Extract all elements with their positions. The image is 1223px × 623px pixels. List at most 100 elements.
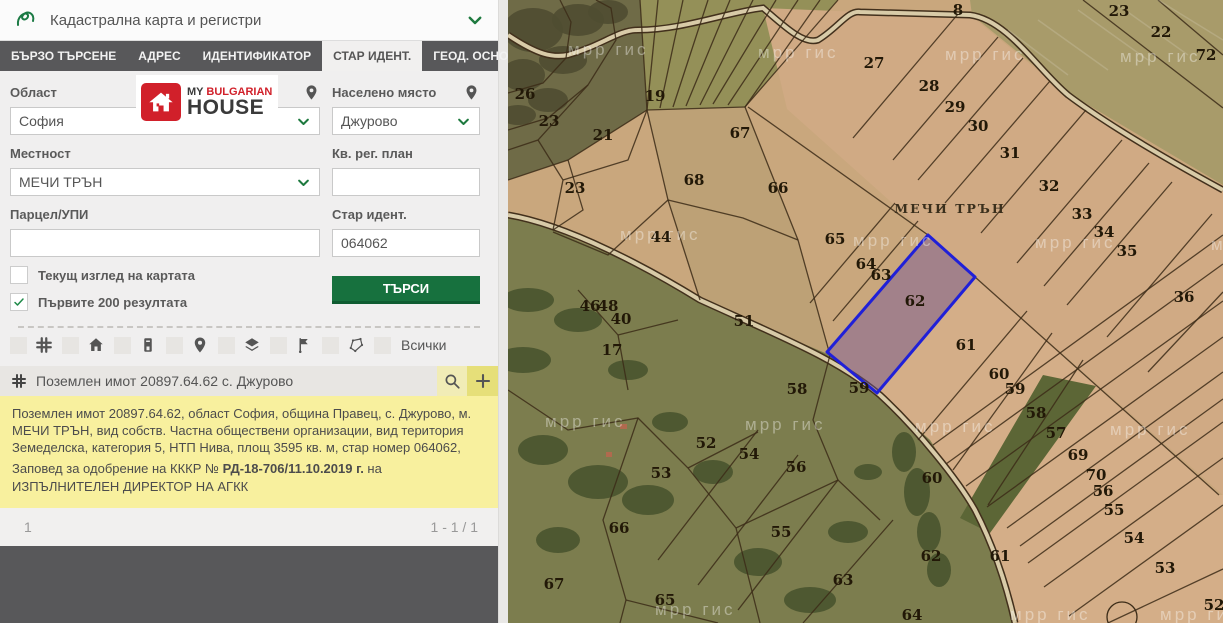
- result-details-box: Поземлен имот 20897.64.62, област София,…: [0, 396, 498, 508]
- oblast-location-pin-icon[interactable]: [303, 84, 320, 101]
- result-row[interactable]: Поземлен имот 20897.64.62 с. Джурово: [0, 366, 498, 396]
- flag-icon[interactable]: [295, 336, 313, 354]
- building-icon[interactable]: [139, 336, 157, 354]
- naseleno-location-pin-icon[interactable]: [463, 84, 480, 101]
- watermark-text: мрр гис: [1160, 605, 1223, 623]
- naseleno-value: Джурово: [341, 113, 456, 129]
- parcel-label-63: 63: [871, 266, 892, 284]
- pin-icon[interactable]: [191, 336, 209, 354]
- tree-blob: [652, 412, 688, 432]
- checkbox-unchecked[interactable]: [10, 266, 28, 284]
- parcel-label-27: 27: [864, 54, 885, 72]
- map-canvas[interactable]: 2623211986768664423656463626160595946484…: [508, 0, 1223, 623]
- mestnost-label: Местност: [10, 146, 71, 161]
- parcel-label-56: 56: [786, 458, 807, 476]
- parcel-label-58: 58: [1026, 404, 1047, 422]
- tree-blob: [892, 432, 916, 472]
- parcel-label-28: 28: [919, 77, 940, 95]
- watermark-text: мрр гис: [1110, 420, 1191, 439]
- home-layer-checkbox[interactable]: [62, 337, 79, 354]
- tree-blob: [854, 464, 882, 480]
- tree-blob: [622, 485, 674, 515]
- parcel-label-53: 53: [1155, 559, 1176, 577]
- parcel-label-54: 54: [1124, 529, 1145, 547]
- result-row-text: Поземлен имот 20897.64.62 с. Джурово: [36, 373, 437, 389]
- parcel-label-61: 61: [956, 336, 977, 354]
- parcel-label-62: 62: [921, 547, 942, 565]
- expand-result-button[interactable]: [467, 366, 498, 396]
- parcel-label-67: 67: [544, 575, 565, 593]
- flag-layer-checkbox[interactable]: [270, 337, 287, 354]
- checkbox-row-1[interactable]: Първите 200 резултата: [10, 293, 332, 311]
- star-ident-input[interactable]: [332, 229, 480, 257]
- polygon-layer-checkbox[interactable]: [322, 337, 339, 354]
- watermark-text: мрр гис: [1211, 235, 1223, 254]
- watermark-text: мрр гис: [945, 45, 1026, 64]
- panel-splitter[interactable]: [498, 0, 508, 623]
- module-header: Кадастрална карта и регистри: [0, 0, 498, 41]
- checkbox-label: Първите 200 резултата: [38, 295, 187, 310]
- pin-layer-checkbox[interactable]: [166, 337, 183, 354]
- cadastre-grid-icon: [11, 373, 27, 389]
- tree-blob: [608, 360, 648, 380]
- watermark-text: мрр гис: [915, 417, 996, 436]
- zoom-to-result-button[interactable]: [437, 366, 467, 396]
- home-icon[interactable]: [87, 336, 105, 354]
- grid-layer-checkbox[interactable]: [10, 337, 27, 354]
- parcel-label-60: 60: [922, 469, 943, 487]
- parcel-label-33: 33: [1072, 205, 1093, 223]
- mestnost-select[interactable]: МЕЧИ ТРЪН: [10, 168, 320, 196]
- locality-label: МЕЧИ ТРЪН: [894, 201, 1005, 216]
- parcel-label-68: 68: [684, 171, 705, 189]
- watermark-text: мрр гис: [745, 415, 826, 434]
- parcel-label-64: 64: [902, 606, 923, 623]
- cadastre-app: Кадастрална карта и регистри БЪРЗО ТЪРСЕ…: [0, 0, 1223, 623]
- kvregplan-input[interactable]: [332, 168, 480, 196]
- search-sidebar: Кадастрална карта и регистри БЪРЗО ТЪРСЕ…: [0, 0, 498, 623]
- form-checkboxes: Текущ изглед на картата Първите 200 резул…: [10, 266, 332, 320]
- parcel-label-35: 35: [1117, 242, 1138, 260]
- tree-blob: [828, 521, 868, 543]
- parcel-upi-input[interactable]: [10, 229, 320, 257]
- parcel-label-63: 63: [833, 571, 854, 589]
- result-details-line1: Поземлен имот 20897.64.62, област София,…: [12, 405, 486, 456]
- checkbox-row-0[interactable]: Текущ изглед на картата: [10, 266, 332, 284]
- watermark-text: мрр гис: [853, 231, 934, 250]
- checkbox-label: Текущ изглед на картата: [38, 268, 195, 283]
- watermark-text: мрр гис: [655, 600, 736, 619]
- kvregplan-label: Кв. рег. план: [332, 146, 413, 161]
- parcel-label-52: 52: [696, 434, 717, 452]
- parcel-label-65: 65: [825, 230, 846, 248]
- app-logo-icon: [14, 8, 38, 32]
- tree-blob: [693, 460, 733, 484]
- watermark-text: мрр гис: [1010, 605, 1091, 623]
- building-layer-checkbox[interactable]: [114, 337, 131, 354]
- tab-2[interactable]: ИДЕНТИФИКАТОР: [192, 41, 322, 71]
- search-button[interactable]: ТЪРСИ: [332, 276, 480, 304]
- layers-icon[interactable]: [243, 336, 261, 354]
- watermark-text: мрр гис: [758, 43, 839, 62]
- site-logo: MY BULGARIAN HOUSE: [136, 75, 278, 129]
- checkbox-checked[interactable]: [10, 293, 28, 311]
- parcel-label-62: 62: [905, 292, 926, 310]
- parcel-label-55: 55: [771, 523, 792, 541]
- parcel-label-67: 67: [730, 124, 751, 142]
- result-details-line2: Заповед за одобрение на КККР № РД-18-706…: [12, 460, 486, 494]
- parcel-label-22: 22: [1151, 23, 1172, 41]
- tab-0[interactable]: БЪРЗО ТЪРСЕНЕ: [0, 41, 127, 71]
- cadastral-map[interactable]: 2623211986768664423656463626160595946484…: [508, 0, 1223, 623]
- parcel-label-31: 31: [1000, 144, 1021, 162]
- naseleno-select[interactable]: Джурово: [332, 107, 480, 135]
- layers-layer-checkbox[interactable]: [218, 337, 235, 354]
- chevron-down-icon: [296, 114, 311, 129]
- grid-icon[interactable]: [35, 336, 53, 354]
- module-chevron-down-icon[interactable]: [466, 11, 484, 29]
- tab-3[interactable]: СТАР ИДЕНТ.: [322, 41, 422, 71]
- parcel-label-55: 55: [1104, 501, 1125, 519]
- parcel-label-23: 23: [1109, 2, 1130, 20]
- tree-blob: [917, 512, 941, 552]
- all-layers-checkbox[interactable]: [374, 337, 391, 354]
- tab-1[interactable]: АДРЕС: [127, 41, 191, 71]
- polygon-icon[interactable]: [347, 336, 365, 354]
- page-number[interactable]: 1: [24, 519, 32, 535]
